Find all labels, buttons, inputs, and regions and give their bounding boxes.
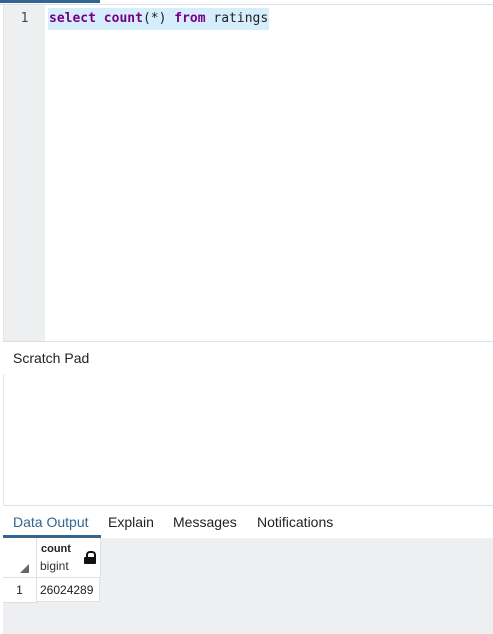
scratch-pad-title: Scratch Pad [13,350,90,366]
tab-messages[interactable]: Messages [173,514,237,530]
select-all-corner[interactable] [3,538,37,578]
lock-icon [84,551,96,564]
data-output-grid: count bigint 1 26024289 [3,538,493,634]
query-editor[interactable]: 1 select count(*) from ratings [3,5,493,341]
keyword-select: select [49,11,96,26]
scratch-pad-textarea[interactable] [3,374,493,505]
tab-explain[interactable]: Explain [108,514,154,530]
line-number-gutter: 1 [4,5,45,341]
keyword-from: from [174,11,206,26]
table-cell[interactable]: 26024289 [37,578,100,602]
output-tabs: Data Output Explain Messages Notificatio… [3,505,493,539]
table-name: ratings [213,11,269,26]
row-number[interactable]: 1 [3,578,37,603]
tab-data-output[interactable]: Data Output [13,514,89,530]
line-number: 1 [20,11,29,26]
column-name: count [41,543,71,555]
active-tab-indicator [0,0,100,3]
column-header-count[interactable]: count bigint [37,538,101,578]
scratch-pad-header: Scratch Pad [3,341,493,375]
column-type: bigint [40,559,69,573]
tab-notifications[interactable]: Notifications [257,514,333,530]
function-count: count [103,11,143,26]
corner-triangle-icon [20,564,29,573]
code-line[interactable]: select count(*) from ratings [48,8,270,30]
count-args: (*) [142,11,167,26]
